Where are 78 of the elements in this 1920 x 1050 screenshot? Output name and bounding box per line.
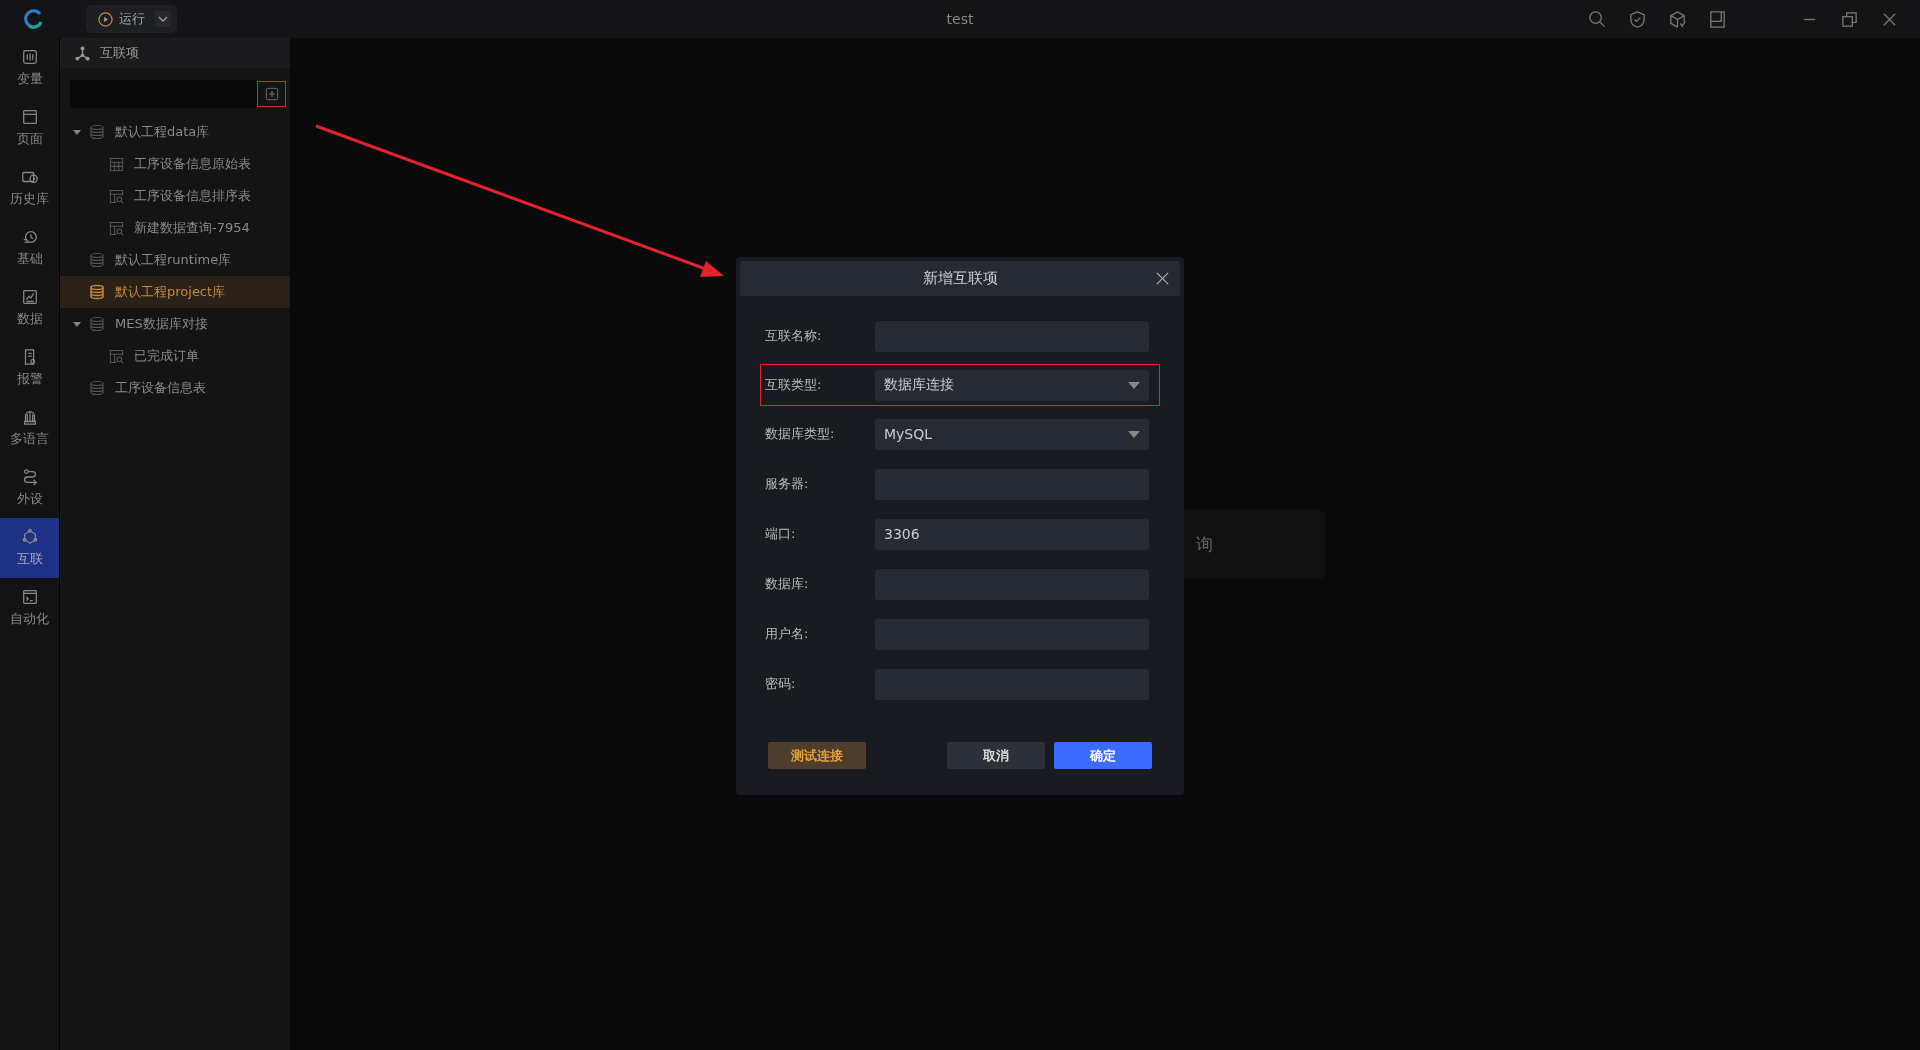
nav-item[interactable]: 基础 bbox=[0, 218, 59, 278]
plus-square-icon bbox=[264, 87, 279, 101]
tree-label: 默认工程data库 bbox=[115, 123, 210, 141]
nav-item[interactable]: 多语言 bbox=[0, 398, 59, 458]
table-search-icon bbox=[109, 348, 124, 364]
search-icon[interactable] bbox=[1588, 9, 1607, 29]
nav-item[interactable]: 报警 bbox=[0, 338, 59, 398]
field-label: 用户名: bbox=[765, 625, 810, 643]
field-label: 数据库: bbox=[765, 575, 810, 593]
shield-check-icon[interactable] bbox=[1628, 9, 1647, 29]
field-label: 互联类型: bbox=[765, 376, 823, 394]
panel-title: 互联项 bbox=[100, 44, 139, 62]
nav-item[interactable]: 数据 bbox=[0, 278, 59, 338]
nav-icon bbox=[20, 528, 39, 546]
run-button[interactable]: 运行 bbox=[86, 5, 177, 33]
table-search-icon bbox=[109, 220, 124, 236]
tree-item[interactable]: 工序设备信息原始表 bbox=[60, 148, 290, 180]
tree-label: 默认工程project库 bbox=[115, 283, 226, 301]
tree-label: 默认工程runtime库 bbox=[115, 251, 232, 269]
restore-icon[interactable] bbox=[1840, 9, 1859, 29]
close-icon[interactable] bbox=[1155, 271, 1170, 286]
expand-caret-icon bbox=[72, 127, 82, 137]
nav-icon bbox=[20, 288, 39, 306]
database-icon bbox=[89, 124, 105, 140]
play-icon bbox=[98, 11, 113, 27]
tree-item[interactable]: 工序设备信息排序表 bbox=[60, 180, 290, 212]
field-label: 数据库类型: bbox=[765, 425, 836, 443]
dropdown[interactable]: MySQL bbox=[875, 418, 1149, 450]
dropdown-caret-icon bbox=[1128, 430, 1140, 438]
nav-icon bbox=[20, 108, 39, 126]
database-icon bbox=[89, 316, 105, 332]
confirm-button[interactable]: 确定 bbox=[1054, 742, 1152, 769]
tree-label: MES数据库对接 bbox=[115, 315, 208, 333]
nav-icon bbox=[20, 588, 39, 606]
tree-label: 工序设备信息表 bbox=[115, 379, 206, 397]
tree-label: 已完成订单 bbox=[134, 347, 199, 365]
cube-check-icon[interactable] bbox=[1668, 9, 1687, 29]
card-text: 询 bbox=[1196, 533, 1213, 556]
nav-item[interactable]: 页面 bbox=[0, 98, 59, 158]
nav-item[interactable]: 自动化 bbox=[0, 578, 59, 638]
table-search-icon bbox=[109, 188, 124, 204]
database-icon bbox=[89, 380, 105, 396]
nav-item[interactable]: 变量 bbox=[0, 38, 59, 98]
nav-icon bbox=[20, 48, 39, 66]
tree-item[interactable]: 新建数据查询-7954 bbox=[60, 212, 290, 244]
tree-item[interactable]: MES数据库对接 bbox=[60, 308, 290, 340]
panel-layout-icon[interactable] bbox=[1708, 9, 1727, 29]
tree-label: 工序设备信息原始表 bbox=[134, 155, 251, 173]
tree-label: 新建数据查询-7954 bbox=[134, 219, 250, 237]
nav-item[interactable]: 历史库 bbox=[0, 158, 59, 218]
nav-item[interactable]: 互联 bbox=[0, 518, 59, 578]
app-logo-icon bbox=[21, 7, 45, 31]
nav-item[interactable]: 外设 bbox=[0, 458, 59, 518]
field-label: 服务器: bbox=[765, 475, 810, 493]
tree-item[interactable]: 默认工程project库 bbox=[60, 276, 290, 308]
network-icon bbox=[74, 44, 91, 62]
field-label: 密码: bbox=[765, 675, 797, 693]
field-label: 端口: bbox=[765, 525, 797, 543]
dropdown-caret-icon bbox=[1128, 381, 1140, 389]
dialog-title: 新增互联项 bbox=[922, 269, 998, 288]
table-icon bbox=[109, 156, 124, 172]
database-icon bbox=[89, 284, 105, 300]
tree-item[interactable]: 默认工程data库 bbox=[60, 116, 290, 148]
tree-item[interactable]: 默认工程runtime库 bbox=[60, 244, 290, 276]
cancel-button[interactable]: 取消 bbox=[947, 742, 1045, 769]
dropdown[interactable]: 数据库连接 bbox=[875, 369, 1149, 401]
window-title: test bbox=[945, 11, 975, 27]
database-icon bbox=[89, 252, 105, 268]
add-button[interactable] bbox=[257, 81, 286, 107]
field-label: 互联名称: bbox=[765, 327, 823, 345]
search-field[interactable] bbox=[70, 80, 257, 108]
tree-item[interactable]: 工序设备信息表 bbox=[60, 372, 290, 404]
input-field[interactable]: 3306 bbox=[875, 518, 1149, 550]
caret-icon bbox=[158, 16, 168, 22]
expand-caret-icon bbox=[72, 319, 82, 329]
tree-label: 工序设备信息排序表 bbox=[134, 187, 251, 205]
tree-item[interactable]: 已完成订单 bbox=[60, 340, 290, 372]
test-connection-button[interactable]: 测试连接 bbox=[768, 742, 866, 769]
